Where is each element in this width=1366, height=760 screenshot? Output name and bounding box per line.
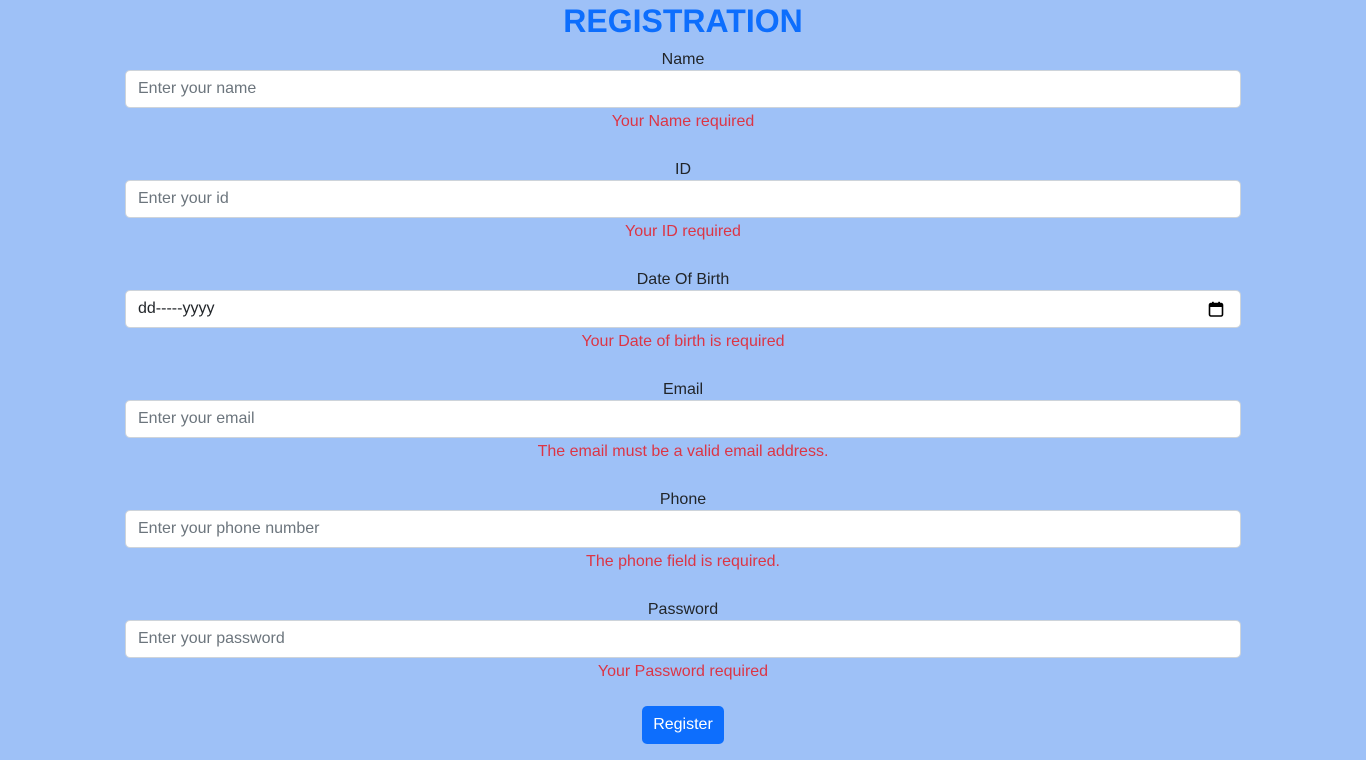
name-label: Name [661,51,705,68]
dob-input[interactable]: dd-----yyyy [125,290,1241,328]
registration-page: REGISTRATION Name Your Name required ID … [0,0,1366,760]
phone-input[interactable] [125,510,1241,548]
dob-error: Your Date of birth is required [581,333,785,350]
dob-label: Date Of Birth [636,271,730,288]
page-title: REGISTRATION [563,3,803,39]
email-field-group: Email The email must be a valid email ad… [125,380,1241,490]
email-error: The email must be a valid email address. [537,443,829,460]
name-field-group: Name Your Name required [125,50,1241,160]
phone-label: Phone [659,491,707,508]
name-error: Your Name required [611,113,755,130]
phone-error: The phone field is required. [586,553,780,570]
password-label: Password [647,601,719,618]
email-label: Email [662,381,703,398]
password-field-group: Password Your Password required [125,600,1241,710]
dob-value: dd-----yyyy [138,300,215,317]
phone-field-group: Phone The phone field is required. [125,490,1241,600]
name-input[interactable] [125,70,1241,108]
id-input[interactable] [125,180,1241,218]
id-field-group: ID Your ID required [125,160,1241,270]
register-button[interactable]: Register [642,706,724,744]
dob-field-group: Date Of Birth dd-----yyyy Your Date of b… [125,270,1241,380]
id-label: ID [675,161,691,178]
password-error: Your Password required [597,663,769,680]
calendar-icon[interactable] [1208,301,1224,317]
email-input[interactable] [125,400,1241,438]
id-error: Your ID required [625,223,741,240]
password-input[interactable] [125,620,1241,658]
